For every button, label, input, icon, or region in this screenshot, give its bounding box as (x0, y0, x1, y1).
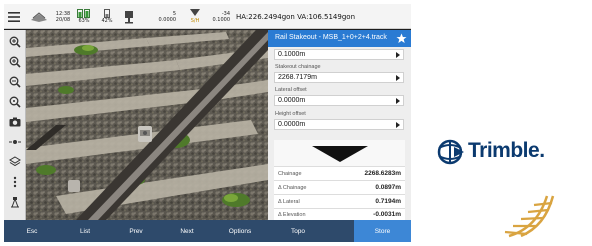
tilt-icon[interactable]: S/H (186, 4, 204, 29)
star-icon[interactable] (396, 33, 407, 44)
chainage-label: Stakeout chainage (275, 64, 321, 70)
next-button[interactable]: Next (162, 220, 212, 242)
topo-button[interactable]: Topo (268, 220, 328, 242)
readout-name: Δ Chainage (278, 185, 307, 191)
lateral-offset-field[interactable]: 0.0000m (274, 95, 404, 106)
angle-readout: HA:226.2494gon VA:106.5149gon (236, 4, 408, 29)
readout-value: 0.7194m (375, 198, 401, 205)
chainage-value: 2268.7179m (278, 74, 317, 81)
height-offset-field[interactable]: 0.0000m (274, 119, 404, 130)
angles-text: HA:226.2494gon VA:106.5149gon (236, 12, 356, 21)
prism-icon[interactable] (122, 4, 140, 29)
first-value: 0.1000m (278, 51, 306, 58)
battery-icon (104, 9, 110, 18)
zoom-in-icon[interactable] (7, 34, 23, 50)
trimble-globe-icon (437, 139, 464, 165)
chevron-right-icon[interactable] (396, 122, 400, 128)
zoom-extents-icon[interactable] (7, 94, 23, 110)
readout-name: Chainage (278, 171, 302, 177)
height-label: Height offset (275, 111, 306, 117)
lateral-value: 0.0000m (278, 97, 306, 104)
readout-row: Δ Chainage 0.0897m (274, 180, 405, 194)
status-bar: 12:38 20/08 63% 42% 5 0.0000 S/H -34 0.1… (4, 4, 411, 29)
readout-name: Δ Lateral (278, 199, 300, 205)
rail-track-logo-icon (504, 195, 555, 238)
controller-screen: 12:38 20/08 63% 42% 5 0.0000 S/H -34 0.1… (4, 4, 411, 242)
instrument-icon[interactable] (7, 194, 23, 210)
railway-track-image (26, 30, 268, 220)
readout-row: Δ Lateral 0.7194m (274, 194, 405, 208)
zoom-out-icon[interactable] (7, 74, 23, 90)
tilt-readout: -34 0.1000 (204, 4, 231, 29)
readout-value: 2268.6283m (364, 170, 401, 177)
zoom-in-icon[interactable] (7, 54, 23, 70)
battery-1-level: 63% (78, 18, 90, 24)
chevron-right-icon[interactable] (396, 98, 400, 104)
height-value: 0.0000m (278, 121, 306, 128)
readout-value: 0.0897m (375, 184, 401, 191)
layers-icon[interactable] (7, 154, 23, 170)
camera-icon[interactable] (7, 114, 23, 130)
esc-button[interactable]: Esc (4, 220, 60, 242)
softkey-bar: Esc List Prev Next Options Topo Store (4, 220, 411, 242)
status-date: 20/08 (55, 16, 71, 23)
list-button[interactable]: List (60, 220, 110, 242)
video-toolbar (4, 30, 26, 220)
battery-1[interactable]: 63% (74, 4, 94, 29)
time-date: 12:38 20/08 (54, 4, 72, 29)
readout-row: Δ Elevation -0.0031m (274, 208, 405, 220)
readout-value: -0.0031m (373, 211, 401, 218)
camera-view[interactable] (26, 30, 268, 220)
battery-2-level: 42% (101, 18, 113, 24)
options-button[interactable]: Options (212, 220, 268, 242)
direction-arrow-icon (274, 140, 405, 166)
trimble-wordmark: Trimble. (468, 139, 545, 162)
menu-icon[interactable] (8, 4, 26, 29)
stakeout-panel: Rail Stakeout - MSB_1+0+2+4.track 0.1000… (268, 30, 411, 220)
panel-title: Rail Stakeout - MSB_1+0+2+4.track (275, 34, 387, 41)
readout-row: Chainage 2268.6283m (274, 166, 405, 180)
readout-name: Δ Elevation (278, 212, 306, 218)
prism-value: 0.0000 (158, 16, 177, 23)
store-button[interactable]: Store (354, 220, 411, 242)
more-icon[interactable] (7, 174, 23, 190)
battery-2[interactable]: 42% (98, 4, 116, 29)
chevron-right-icon[interactable] (396, 52, 400, 58)
lateral-label: Lateral offset (275, 87, 307, 93)
tilt-distance: 0.1000 (212, 16, 231, 23)
prism-readout: 5 0.0000 (142, 4, 177, 29)
total-station-icon[interactable] (30, 4, 50, 29)
tilt-icon-label: S/H (190, 18, 200, 24)
panel-header: Rail Stakeout - MSB_1+0+2+4.track (268, 30, 411, 47)
target-icon[interactable] (7, 134, 23, 150)
trimble-logo: Trimble. (436, 136, 576, 168)
chevron-right-icon[interactable] (396, 75, 400, 81)
battery-icon (77, 9, 90, 18)
navigation-readout: Chainage 2268.6283m Δ Chainage 0.0897m Δ… (274, 140, 405, 220)
prev-button[interactable]: Prev (110, 220, 162, 242)
stakeout-chainage-field[interactable]: 2268.7179m (274, 72, 404, 83)
first-value-field[interactable]: 0.1000m (274, 49, 404, 60)
